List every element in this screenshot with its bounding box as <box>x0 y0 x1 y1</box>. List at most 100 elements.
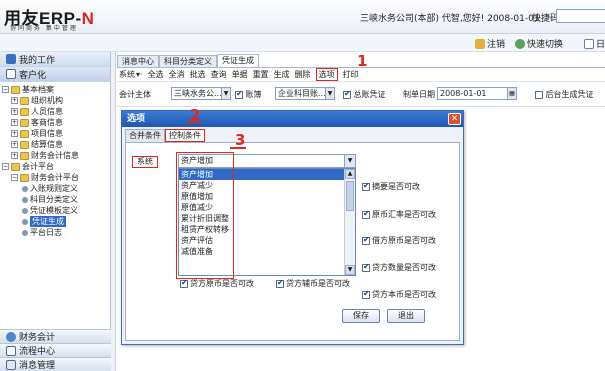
tree-node[interactable]: − 基本档案 <box>2 84 110 95</box>
annotation-underline-3 <box>230 147 246 149</box>
menu-query[interactable]: 查询 <box>211 69 227 80</box>
expand-icon[interactable]: + <box>11 152 18 159</box>
window-icon <box>6 69 16 79</box>
tree-node[interactable]: 平台日志 <box>2 227 110 238</box>
dialog-tabs: 合并条件 控制条件 <box>125 129 205 143</box>
sidebar-my-work[interactable]: 我的工作 <box>0 52 110 67</box>
annotation-number-1: 1 <box>357 52 368 70</box>
summary-checkbox[interactable] <box>343 89 351 99</box>
chevron-down-icon: ▼ <box>221 88 230 99</box>
tree-node[interactable]: + 结算信息 <box>2 139 110 150</box>
tree-node[interactable]: 凭证模板定义 <box>2 205 110 216</box>
close-icon[interactable]: ✕ <box>448 113 461 125</box>
app-header: 用友ERP-N 协同商务 集中管理 三峡水务公司(本部) 代智,您好! 2008… <box>0 0 605 34</box>
summary-checkbox-wrap[interactable]: 总账凭证 <box>343 89 386 100</box>
page-tabs: 消息中心 科目分类定义 凭证生成 <box>117 54 259 67</box>
menu-system[interactable]: 系统 <box>119 69 135 80</box>
dropdown-scrollbar[interactable]: ▲ ▼ <box>344 169 355 275</box>
tree-node[interactable]: + 客商信息 <box>2 117 110 128</box>
collapse-icon[interactable]: − <box>11 174 18 181</box>
key-icon <box>475 38 485 49</box>
menu-select-all[interactable]: 全选 <box>148 69 164 80</box>
system-label: 系统 <box>132 156 158 168</box>
expand-icon[interactable]: + <box>11 141 18 148</box>
more-button[interactable]: 日 <box>584 37 605 50</box>
tree-node[interactable]: 入账规则定义 <box>2 183 110 194</box>
collapse-icon[interactable]: − <box>2 163 9 170</box>
menu-print[interactable]: 打印 <box>343 69 359 80</box>
save-button[interactable]: 保存 <box>342 309 380 323</box>
menu-document[interactable]: 单据 <box>232 69 248 80</box>
expand-icon[interactable]: + <box>11 108 18 115</box>
menu-options[interactable]: 选项 <box>315 68 338 81</box>
folder-icon <box>20 107 29 116</box>
dropdown-option[interactable]: 资产增加 <box>179 169 355 180</box>
annotation-number-3: 3 <box>235 131 246 149</box>
tab-merge-conditions[interactable]: 合并条件 <box>125 129 165 142</box>
check-rate-editable[interactable]: 原币汇率是否可改 <box>362 209 436 220</box>
collapse-icon[interactable]: − <box>2 86 9 93</box>
check-credit-local-editable[interactable]: 贷方本币是否可改 <box>362 289 436 300</box>
sidebar-process-center[interactable]: 流程中心 <box>0 343 111 357</box>
top-toolbar: 注销 快速切换 日 <box>0 34 605 52</box>
sidebar-finance[interactable]: 财务会计 <box>0 329 111 343</box>
book-checkbox[interactable] <box>235 89 243 99</box>
dropdown-option[interactable]: 累计折旧调整 <box>179 213 355 224</box>
date-input[interactable]: 2008-01-01 ▦ <box>437 87 517 100</box>
tab-subject-classification[interactable]: 科目分类定义 <box>159 55 217 67</box>
dropdown-option[interactable]: 减值准备 <box>179 246 355 257</box>
menu-clear-all[interactable]: 全消 <box>169 69 185 80</box>
exit-button[interactable]: 退出 <box>387 309 425 323</box>
book-checkbox-wrap[interactable]: 账簿 <box>235 89 262 100</box>
check-debit-original-editable[interactable]: 借方原币是否可改 <box>362 235 436 246</box>
tree-node[interactable]: − 财务会计平台 <box>2 172 110 183</box>
node-icon <box>22 196 28 203</box>
check-credit-original-editable[interactable]: 贷方原币是否可改 <box>180 278 254 289</box>
scroll-up-icon[interactable]: ▲ <box>345 169 355 179</box>
expand-icon[interactable]: + <box>11 130 18 137</box>
chevron-down-icon[interactable]: ▼ <box>344 155 355 167</box>
dropdown-option[interactable]: 租赁产权转移 <box>179 224 355 235</box>
book-select[interactable]: 企业科目账... ▼ <box>275 87 335 100</box>
tab-message-center[interactable]: 消息中心 <box>117 55 159 67</box>
quickcode-input[interactable] <box>556 9 605 23</box>
sidebar-message-manage[interactable]: 消息管理 <box>0 357 111 371</box>
tree-node[interactable]: + 组织机构 <box>2 95 110 106</box>
dropdown-option[interactable]: 原值减少 <box>179 202 355 213</box>
expand-icon[interactable]: + <box>11 119 18 126</box>
scroll-thumb[interactable] <box>346 181 354 211</box>
tab-voucher-generation[interactable]: 凭证生成 <box>217 54 259 67</box>
quick-switch-button[interactable]: 快速切换 <box>515 37 563 50</box>
check-credit-qty-editable[interactable]: 贷方数量是否可改 <box>362 262 436 273</box>
folder-icon <box>11 162 20 171</box>
menu-reset[interactable]: 重置 <box>253 69 269 80</box>
tree-node[interactable]: 凭证生成 <box>2 216 110 227</box>
finance-icon <box>6 331 16 342</box>
tree-node[interactable]: 科目分类定义 <box>2 194 110 205</box>
menu-delete[interactable]: 删除 <box>295 69 311 80</box>
tree-node[interactable]: + 人员信息 <box>2 106 110 117</box>
dropdown-option[interactable]: 原值增加 <box>179 191 355 202</box>
check-credit-aux-editable[interactable]: 贷方辅币是否可改 <box>276 278 350 289</box>
bg-checkbox-wrap[interactable]: 后台生成凭证 <box>535 89 594 100</box>
node-icon <box>22 218 28 225</box>
system-combo[interactable]: 资产增加 ▼ <box>178 154 356 168</box>
menu-system-arrow[interactable]: ▾· <box>136 70 143 79</box>
entity-select[interactable]: 三峡水务公... ▼ <box>171 87 231 100</box>
tab-control-conditions[interactable]: 控制条件 <box>165 129 205 142</box>
sidebar-customize[interactable]: 客户化 <box>0 67 110 82</box>
menu-generate[interactable]: 生成 <box>274 69 290 80</box>
bg-checkbox[interactable] <box>535 90 543 99</box>
dropdown-option[interactable]: 资产减少 <box>179 180 355 191</box>
check-summary-editable[interactable]: 摘要是否可改 <box>362 181 420 192</box>
tree-node[interactable]: + 财务会计信息 <box>2 150 110 161</box>
splitter[interactable] <box>111 52 116 371</box>
menu-batch-select[interactable]: 批选 <box>190 69 206 80</box>
tree-node[interactable]: − 会计平台 <box>2 161 110 172</box>
tree-node[interactable]: + 项目信息 <box>2 128 110 139</box>
tree-node-label: 会计平台 <box>22 162 54 171</box>
dropdown-option[interactable]: 资产评估 <box>179 235 355 246</box>
scroll-down-icon[interactable]: ▼ <box>345 265 355 275</box>
logout-button[interactable]: 注销 <box>475 37 505 50</box>
expand-icon[interactable]: + <box>11 97 18 104</box>
